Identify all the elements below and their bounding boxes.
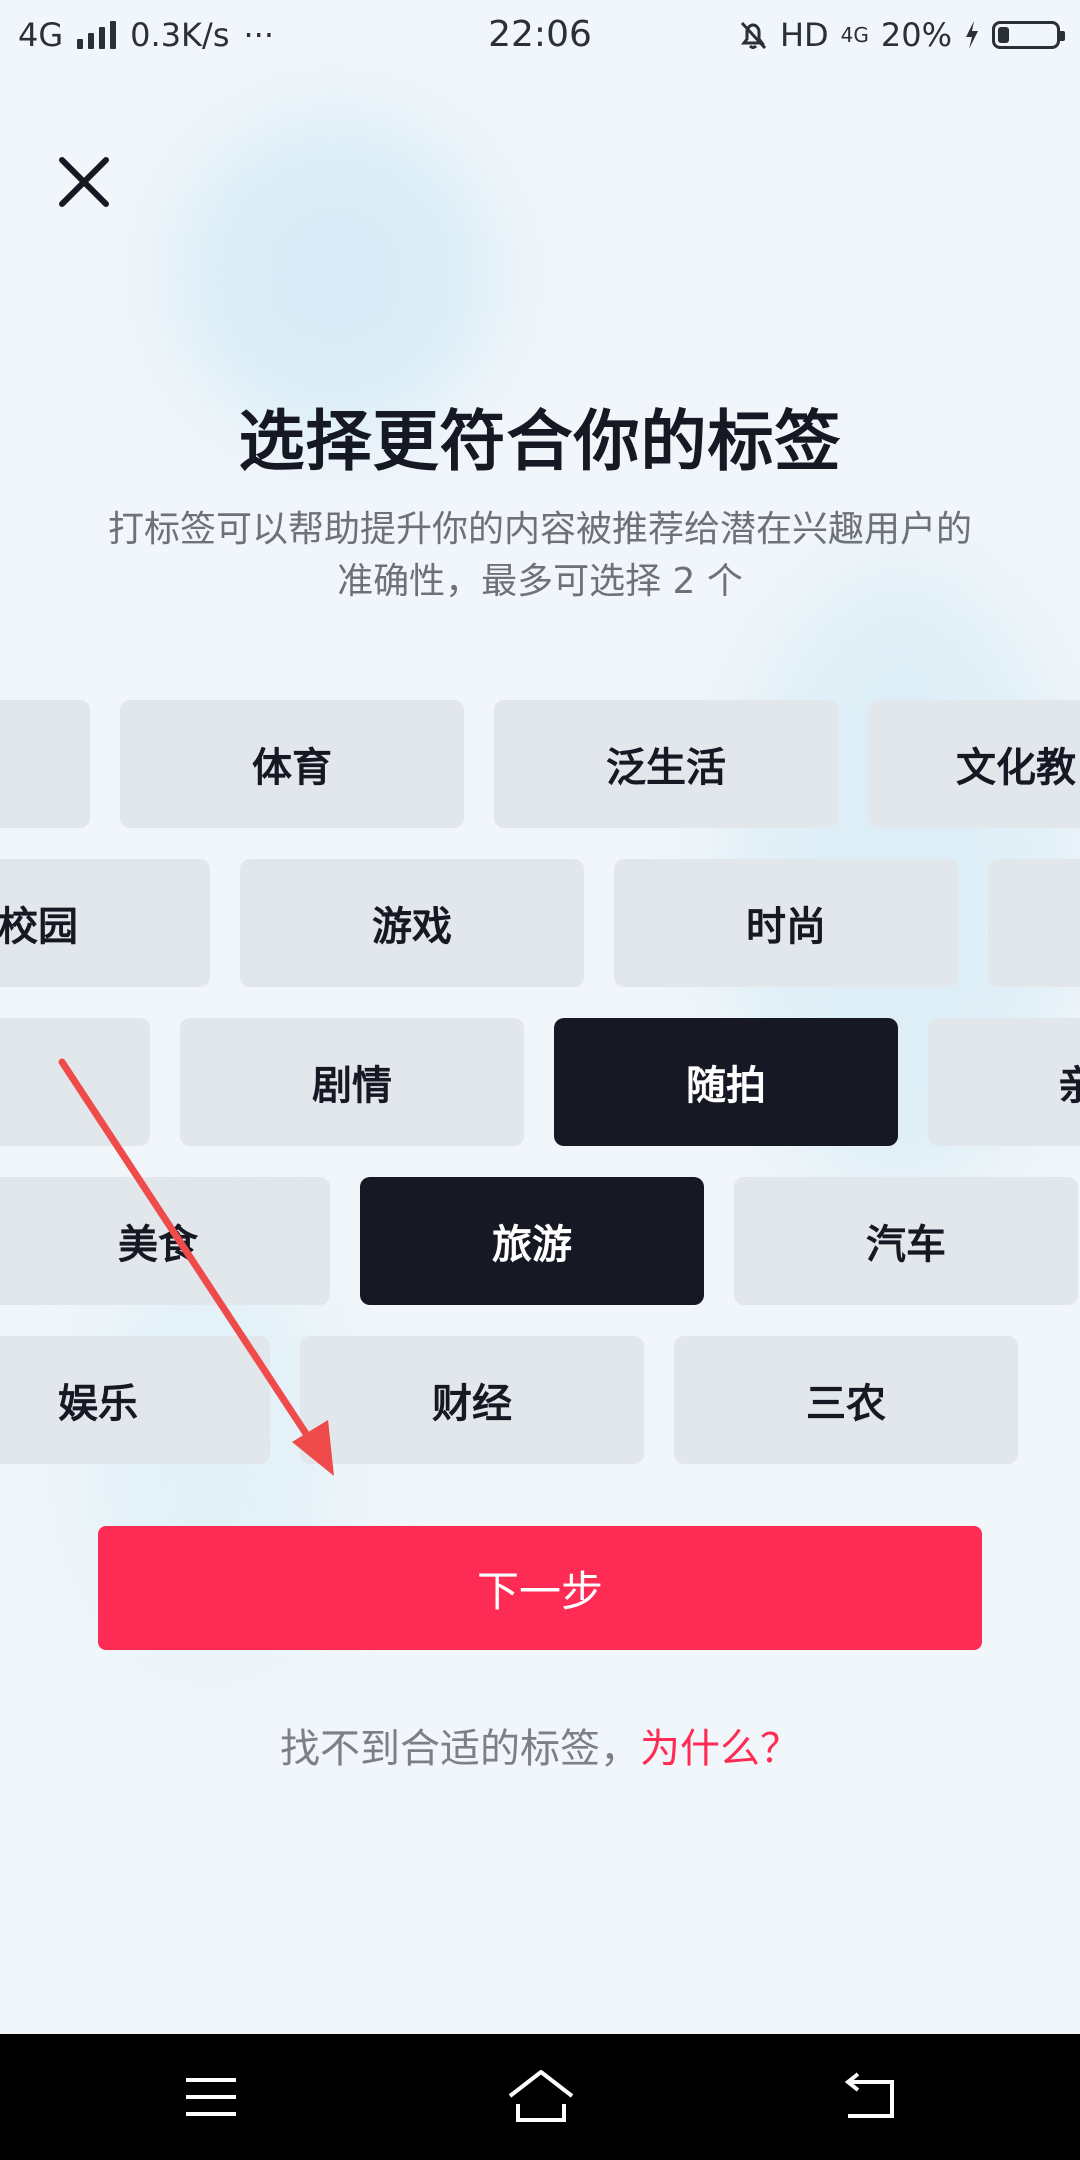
back-icon <box>844 2072 894 2118</box>
page-subtitle: 打标签可以帮助提升你的内容被推荐给潜在兴趣用户的 准确性，最多可选择 2 个 <box>50 504 1030 608</box>
network-right-label: 4G <box>840 23 869 47</box>
tag-chip-selected[interactable]: 随拍 <box>554 1018 898 1146</box>
mute-bell-icon <box>740 21 767 50</box>
tag-chip[interactable]: 文化教 <box>868 700 1080 828</box>
hint-label: 找不到合适的标签， <box>280 1726 640 1772</box>
tag-chip[interactable]: 三农 <box>674 1336 1018 1464</box>
tag-chip[interactable] <box>0 700 90 828</box>
battery-icon <box>992 21 1065 49</box>
tag-label: 时尚 <box>746 904 826 950</box>
subtitle-line: 准确性，最多可选择 2 个 <box>337 561 743 602</box>
next-step-label: 下一步 <box>476 1566 603 1616</box>
battery-fill <box>998 27 1009 43</box>
tag-chip[interactable]: 娱乐 <box>0 1336 270 1464</box>
tag-label: 文化教 <box>956 745 1076 791</box>
tag-label: 娱乐 <box>58 1381 138 1427</box>
tag-chip[interactable]: 时尚 <box>614 859 958 987</box>
charging-icon <box>966 21 978 49</box>
tag-label: 剧情 <box>312 1063 392 1109</box>
close-button[interactable] <box>52 150 116 214</box>
tag-chip-selected[interactable]: 旅游 <box>360 1177 704 1305</box>
tag-chip[interactable]: 汽车 <box>734 1177 1078 1305</box>
tag-chip[interactable]: 游戏 <box>240 859 584 987</box>
system-nav-bar <box>0 2034 1080 2160</box>
hd-label: HD <box>779 16 829 54</box>
status-right: HD 4G 20% <box>738 16 1065 54</box>
tag-label: 旅游 <box>492 1222 572 1268</box>
tag-chip[interactable]: 物 <box>0 1018 150 1146</box>
tag-label: 泛生活 <box>606 745 726 791</box>
tag-chip[interactable]: 美食 <box>0 1177 330 1305</box>
tag-label: 财经 <box>432 1381 512 1427</box>
tag-chip[interactable]: 亲 <box>928 1018 1080 1146</box>
next-step-button[interactable]: 下一步 <box>98 1526 982 1650</box>
tag-label: 校园 <box>0 904 78 950</box>
close-icon <box>59 157 109 207</box>
battery-percent: 20% <box>880 16 952 54</box>
status-bar: 4G 0.3K/s ··· 22:06 HD 4G 20% <box>0 0 1080 76</box>
tag-chip[interactable]: 财经 <box>300 1336 644 1464</box>
home-icon <box>508 2070 574 2122</box>
tag-label: 亲 <box>1058 1063 1080 1109</box>
tag-chip[interactable] <box>988 859 1080 987</box>
tag-chip[interactable]: 体育 <box>120 700 464 828</box>
home-button[interactable] <box>496 2062 586 2132</box>
tag-label: 游戏 <box>372 904 452 950</box>
tag-chip[interactable]: 剧情 <box>180 1018 524 1146</box>
back-button[interactable] <box>824 2062 914 2132</box>
page-title: 选择更符合你的标签 <box>238 403 842 480</box>
tag-label: 三农 <box>806 1381 886 1427</box>
tag-label: 随拍 <box>686 1063 766 1109</box>
tag-label: 美食 <box>118 1222 198 1268</box>
tag-grid: 体育 泛生活 文化教 校园 游戏 时尚 物 剧情 随拍 亲 美食 旅游 汽车 娱… <box>0 700 1080 1470</box>
tag-chip[interactable]: 校园 <box>0 859 210 987</box>
hint-text: 找不到合适的标签，为什么？ <box>0 1716 1080 1774</box>
tag-chip[interactable]: 泛生活 <box>494 700 838 828</box>
tag-label: 汽车 <box>866 1222 946 1268</box>
tag-label: 体育 <box>252 745 332 791</box>
subtitle-line: 打标签可以帮助提升你的内容被推荐给潜在兴趣用户的 <box>107 509 972 550</box>
menu-icon <box>186 2078 236 2116</box>
why-link[interactable]: 为什么？ <box>640 1726 800 1772</box>
menu-button[interactable] <box>166 2062 256 2132</box>
